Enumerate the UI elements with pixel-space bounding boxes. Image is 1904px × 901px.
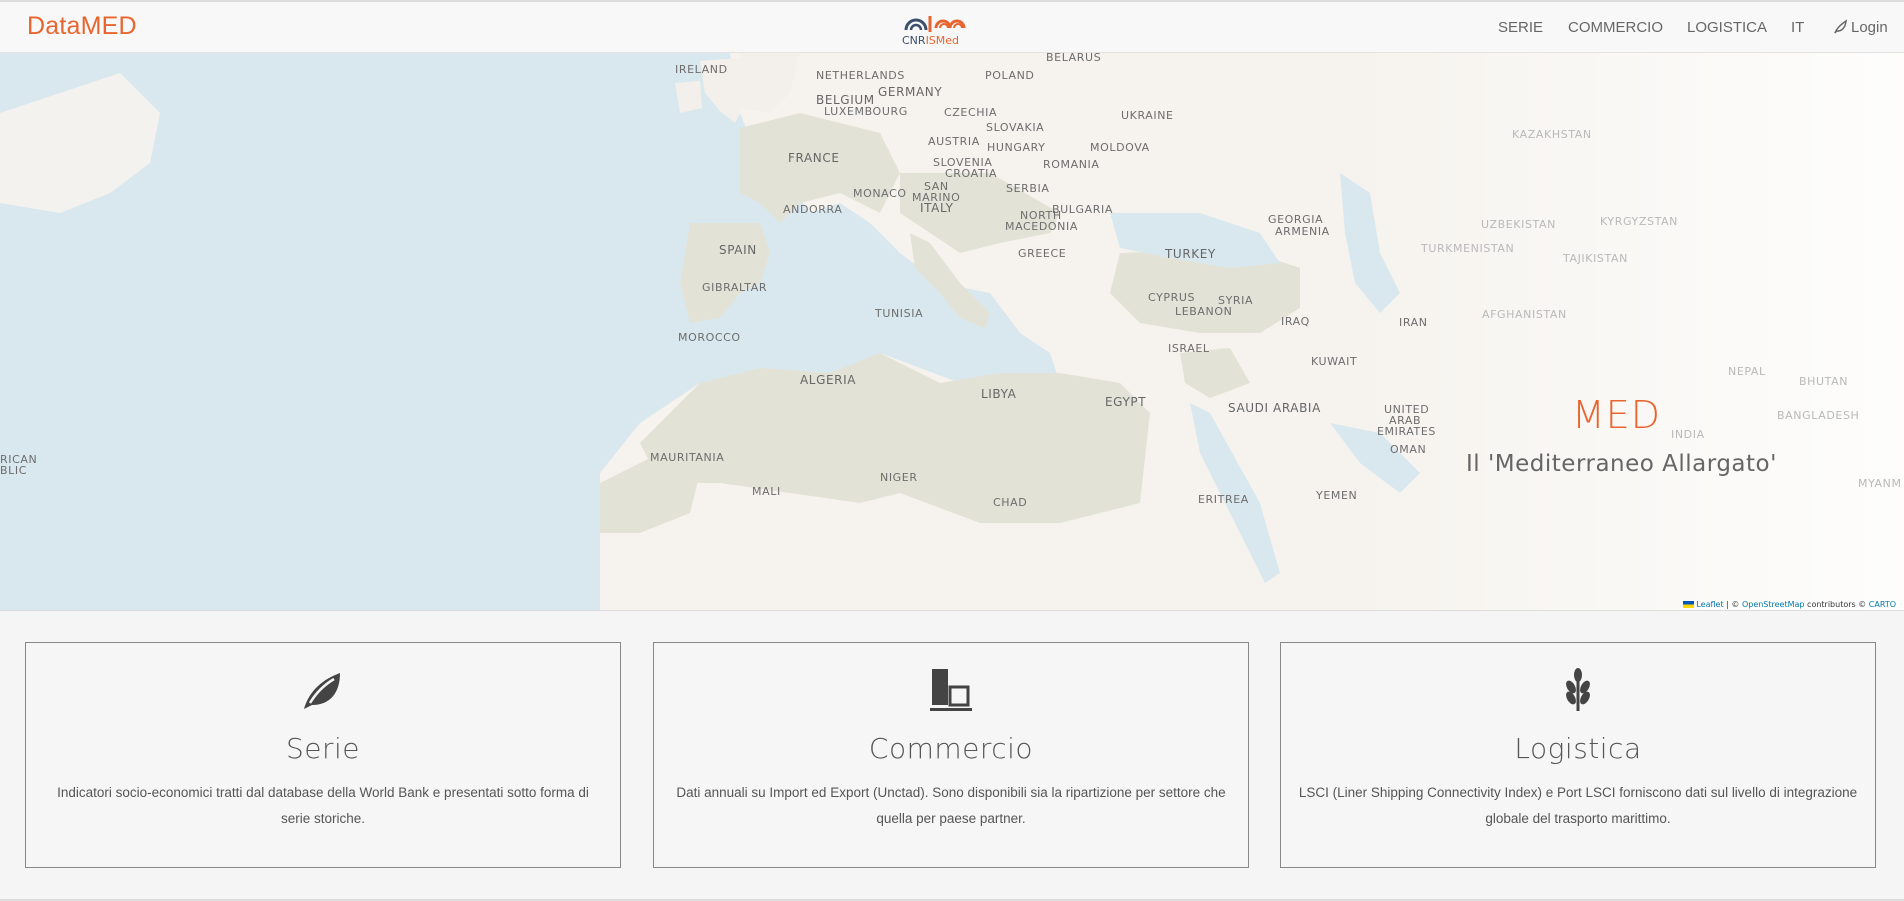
map-label: ALGERIA — [800, 373, 857, 387]
map-label: MOROCCO — [678, 331, 741, 344]
map-label: HUNGARY — [987, 141, 1046, 154]
map-label: LEBANON — [1175, 305, 1233, 318]
card-description: LSCI (Liner Shipping Connectivity Index)… — [1298, 785, 1858, 826]
carto-link[interactable]: CARTO — [1869, 600, 1896, 609]
card-serie[interactable]: Serie Indicatori socio-economici tratti … — [25, 642, 621, 868]
map-label: IRELAND — [675, 63, 728, 76]
map-label: BANGLADESH — [1777, 409, 1860, 422]
map-label: KAZAKHSTAN — [1512, 128, 1592, 141]
map-label: YEMEN — [1316, 489, 1358, 502]
logo-ismed-text: ISMed — [925, 34, 960, 47]
map-label: OMAN — [1390, 443, 1427, 456]
attribution-separator: | © — [1723, 600, 1742, 609]
map-label: EMIRATES — [1377, 425, 1437, 438]
map-label: UKRAINE — [1121, 109, 1174, 122]
card-description: Indicatori socio-economici tratti dal da… — [57, 785, 589, 826]
map-view[interactable]: IRELAND BELARUS NETHERLANDS GERMANY POLA… — [0, 53, 1904, 611]
brand-logo[interactable]: DataMED — [27, 12, 137, 41]
map-label: AFGHANISTAN — [1482, 308, 1567, 321]
map-label: GIBRALTAR — [702, 281, 768, 294]
map-label: MOLDOVA — [1090, 141, 1150, 154]
map-label: CYPRUS — [1148, 291, 1196, 304]
card-title: Logistica — [1514, 732, 1642, 765]
map-label: SERBIA — [1006, 182, 1050, 195]
map-label: ANDORRA — [783, 203, 843, 216]
top-navbar: DataMED CNRISMed SERIE COMMERCIO LOGISTI… — [0, 0, 1904, 53]
map-label: NEPAL — [1728, 365, 1766, 378]
map-label: CZECHIA — [944, 106, 998, 119]
map-label: KUWAIT — [1311, 355, 1358, 368]
map-label: BHUTAN — [1799, 375, 1849, 388]
card-title: Commercio — [868, 732, 1034, 765]
map-label: GERMANY — [878, 85, 943, 99]
card-description: Dati annuali su Import ed Export (Unctad… — [676, 785, 1226, 826]
map-label: FRANCE — [788, 151, 840, 165]
map-label: TAJIKISTAN — [1563, 252, 1628, 265]
nav-commercio[interactable]: COMMERCIO — [1568, 19, 1663, 36]
logo-cnr-text: CNR — [902, 34, 926, 47]
card-commercio[interactable]: Commercio Dati annuali su Import ed Expo… — [653, 642, 1249, 868]
map-label: ITALY — [920, 201, 954, 215]
map-label: SAUDI ARABIA — [1228, 401, 1321, 415]
card-title: Serie — [285, 732, 361, 765]
map-label: CROATIA — [945, 167, 998, 180]
map-label: MAURITANIA — [650, 451, 725, 464]
map-label: EGYPT — [1105, 395, 1147, 409]
logo-caption: CNRISMed — [902, 34, 959, 47]
map-label: GREECE — [1018, 247, 1067, 260]
map-label: BELARUS — [1046, 53, 1102, 64]
map-label: KYRGYZSTAN — [1600, 215, 1679, 228]
attribution-contributors: contributors © — [1804, 600, 1869, 609]
map-label: SPAIN — [719, 243, 757, 257]
map-label: SLOVAKIA — [986, 121, 1045, 134]
map-label: LIBYA — [981, 387, 1017, 401]
nav-serie[interactable]: SERIE — [1498, 19, 1543, 36]
map-label: ISRAEL — [1168, 342, 1210, 355]
wheat-icon — [1566, 668, 1590, 711]
map-label: TUNISIA — [875, 307, 924, 320]
map-label: MYANM — [1858, 477, 1902, 490]
nav-language[interactable]: IT — [1791, 19, 1804, 36]
card-logistica[interactable]: Logistica LSCI (Liner Shipping Connectiv… — [1280, 642, 1876, 868]
map-label: BLIC — [0, 464, 27, 477]
osm-link[interactable]: OpenStreetMap — [1742, 600, 1805, 609]
map-label: IRAN — [1399, 316, 1428, 329]
ukraine-flag-icon — [1683, 601, 1695, 608]
nav-login[interactable]: Login — [1851, 19, 1888, 36]
map-label: TURKMENISTAN — [1421, 242, 1515, 255]
leaflet-link[interactable]: Leaflet — [1696, 600, 1723, 609]
map-label: MACEDONIA — [1005, 220, 1078, 233]
map-label: MALI — [752, 485, 781, 498]
leaf-icon — [1834, 19, 1848, 34]
leaf-icon — [304, 673, 340, 709]
map-label: NIGER — [880, 471, 918, 484]
nav-logistica[interactable]: LOGISTICA — [1687, 19, 1767, 36]
map-label: CHAD — [993, 496, 1028, 509]
map-label: ARMENIA — [1275, 225, 1330, 238]
map-label: TURKEY — [1165, 247, 1216, 261]
map-label: INDIA — [1671, 428, 1705, 441]
map-attribution: Leaflet | © OpenStreetMap contributors ©… — [1680, 600, 1899, 609]
map-label: IRAQ — [1281, 315, 1310, 328]
map-label: NETHERLANDS — [816, 69, 905, 82]
map-label: AUSTRIA — [928, 135, 980, 148]
hero-subtitle: Il 'Mediterraneo Allargato' — [1466, 451, 1777, 477]
map-label: ERITREA — [1198, 493, 1249, 506]
map-label: LUXEMBOURG — [824, 105, 908, 118]
map-label: UZBEKISTAN — [1481, 218, 1556, 231]
map-label: POLAND — [985, 69, 1035, 82]
map-label: MONACO — [853, 187, 907, 200]
map-label: ROMANIA — [1043, 158, 1100, 171]
building-icon — [930, 669, 972, 711]
hero-title: MED — [1572, 393, 1662, 437]
